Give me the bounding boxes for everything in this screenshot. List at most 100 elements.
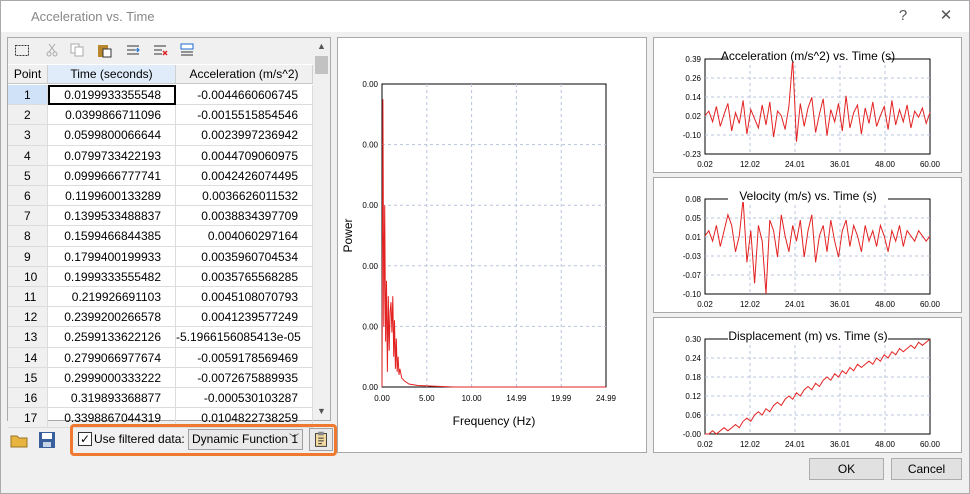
cell-acceleration[interactable]: 0.0042426074495 — [176, 165, 313, 186]
cell-time[interactable]: 0.1199600133289 — [48, 186, 176, 207]
scroll-thumb[interactable] — [315, 56, 328, 74]
cell-acceleration[interactable]: -0.0059178569469 — [176, 347, 313, 368]
y-tick-label: 0.24 — [685, 354, 701, 363]
cell-acceleration[interactable]: -5.1966156085413e-05 — [176, 327, 313, 348]
cancel-button[interactable]: Cancel — [891, 458, 962, 480]
table-row[interactable]: 16 0.319893368877 -0.000530103287 — [8, 388, 313, 409]
help-button[interactable]: ? — [891, 6, 915, 26]
table-row[interactable]: 3 0.0599800066644 0.0023997236942 — [8, 125, 313, 146]
cell-point[interactable]: 15 — [8, 367, 48, 388]
column-header-point[interactable]: Point — [8, 65, 48, 84]
table-row[interactable]: 11 0.219926691103 0.0045108070793 — [8, 287, 313, 308]
cell-time[interactable]: 0.0399866711096 — [48, 105, 176, 126]
filter-function-dropdown[interactable]: Dynamic Function 1 ﹀ — [188, 429, 303, 450]
cell-acceleration[interactable]: -0.0072675889935 — [176, 367, 313, 388]
cell-point[interactable]: 17 — [8, 408, 48, 429]
cell-acceleration[interactable]: -0.0044660606745 — [176, 85, 313, 106]
cell-acceleration[interactable]: 0.0023997236942 — [176, 125, 313, 146]
cell-time[interactable]: 0.219926691103 — [48, 287, 176, 308]
cell-point[interactable]: 14 — [8, 347, 48, 368]
table-row[interactable]: 14 0.2799066977674 -0.0059178569469 — [8, 347, 313, 368]
x-axis-label: Frequency (Hz) — [453, 414, 536, 428]
y-tick-label: 0.02 — [685, 112, 701, 121]
cell-acceleration[interactable]: 0.0035960704534 — [176, 246, 313, 267]
table-row[interactable]: 6 0.1199600133289 0.0036626011532 — [8, 186, 313, 207]
table-row[interactable]: 9 0.1799400199933 0.0035960704534 — [8, 246, 313, 267]
cell-point[interactable]: 11 — [8, 287, 48, 308]
cell-time[interactable]: 0.319893368877 — [48, 388, 176, 409]
cell-acceleration[interactable]: -0.000530103287 — [176, 388, 313, 409]
cell-point[interactable]: 3 — [8, 125, 48, 146]
cell-time[interactable]: 0.0199933355548 — [48, 85, 176, 106]
cell-time[interactable]: 0.1999333555482 — [48, 266, 176, 287]
x-tick-label: 48.00 — [875, 300, 896, 309]
ok-button[interactable]: OK — [809, 458, 884, 480]
cell-acceleration[interactable]: 0.004060297164 — [176, 226, 313, 247]
table-row[interactable]: 13 0.2599133622126 -5.1966156085413e-05 — [8, 327, 313, 348]
cell-point[interactable]: 6 — [8, 186, 48, 207]
table-row[interactable]: 15 0.2999000333222 -0.0072675889935 — [8, 367, 313, 388]
cell-time[interactable]: 0.2799066977674 — [48, 347, 176, 368]
cell-time[interactable]: 0.1399533488837 — [48, 206, 176, 227]
select-all-icon[interactable] — [14, 42, 30, 58]
cell-acceleration[interactable]: 0.0035765568285 — [176, 266, 313, 287]
filter-options-group: ✓ Use filtered data: Dynamic Function 1 … — [70, 424, 337, 456]
cell-point[interactable]: 16 — [8, 388, 48, 409]
copy-icon[interactable] — [69, 42, 85, 58]
cell-point[interactable]: 2 — [8, 105, 48, 126]
use-filtered-data-checkbox[interactable]: ✓ — [78, 432, 92, 446]
paste-icon[interactable] — [96, 42, 112, 58]
table-scrollbar[interactable]: ▲ ▼ — [313, 38, 330, 420]
table-row[interactable]: 10 0.1999333555482 0.0035765568285 — [8, 266, 313, 287]
x-tick-label: 24.01 — [785, 440, 806, 449]
cell-time[interactable]: 0.2999000333222 — [48, 367, 176, 388]
cell-point[interactable]: 10 — [8, 266, 48, 287]
cell-acceleration[interactable]: 0.0041239577249 — [176, 307, 313, 328]
chevron-down-icon: ﹀ — [289, 434, 299, 445]
delete-row-icon[interactable] — [152, 42, 168, 58]
cell-time[interactable]: 0.2599133622126 — [48, 327, 176, 348]
cell-acceleration[interactable]: 0.0036626011532 — [176, 186, 313, 207]
cell-point[interactable]: 8 — [8, 226, 48, 247]
cell-acceleration[interactable]: 0.0045108070793 — [176, 287, 313, 308]
cell-acceleration[interactable]: 0.0044709060975 — [176, 145, 313, 166]
cell-time[interactable]: 0.0799733422193 — [48, 145, 176, 166]
table-row[interactable]: 12 0.2399200266578 0.0041239577249 — [8, 307, 313, 328]
table-row[interactable]: 4 0.0799733422193 0.0044709060975 — [8, 145, 313, 166]
table-row[interactable]: 8 0.1599466844385 0.004060297164 — [8, 226, 313, 247]
insert-row-icon[interactable] — [125, 42, 141, 58]
cut-icon[interactable] — [44, 42, 60, 58]
scroll-down-icon[interactable]: ▼ — [313, 403, 330, 420]
table-row[interactable]: 2 0.0399866711096 -0.0015515854546 — [8, 105, 313, 126]
table-row[interactable]: 7 0.1399533488837 0.0038834397709 — [8, 206, 313, 227]
x-tick-label: 60.00 — [920, 300, 941, 309]
chart-title: Velocity (m/s) vs. Time (s) — [739, 189, 876, 203]
cell-time[interactable]: 0.0999666777741 — [48, 165, 176, 186]
scroll-up-icon[interactable]: ▲ — [313, 38, 330, 55]
cell-point[interactable]: 13 — [8, 327, 48, 348]
clipboard-icon[interactable] — [309, 428, 333, 451]
cell-point[interactable]: 4 — [8, 145, 48, 166]
close-button[interactable]: ✕ — [934, 6, 958, 26]
cell-time[interactable]: 0.1599466844385 — [48, 226, 176, 247]
cell-point[interactable]: 1 — [8, 85, 48, 106]
cell-point[interactable]: 12 — [8, 307, 48, 328]
cell-acceleration[interactable]: -0.0015515854546 — [176, 105, 313, 126]
cell-point[interactable]: 9 — [8, 246, 48, 267]
table-row[interactable]: 5 0.0999666777741 0.0042426074495 — [8, 165, 313, 186]
x-tick-label: 5.00 — [419, 394, 435, 403]
cell-time[interactable]: 0.2399200266578 — [48, 307, 176, 328]
save-icon[interactable] — [38, 431, 56, 449]
column-header-time[interactable]: Time (seconds) — [48, 65, 176, 84]
y-tick-label: 0.08 — [685, 195, 701, 204]
column-header-acceleration[interactable]: Acceleration (m/s^2) — [176, 65, 313, 84]
cell-acceleration[interactable]: 0.0038834397709 — [176, 206, 313, 227]
open-folder-icon[interactable] — [10, 431, 28, 449]
x-tick-label: 12.02 — [740, 160, 761, 169]
append-row-icon[interactable] — [179, 42, 195, 58]
table-row[interactable]: 1 0.0199933355548 -0.0044660606745 — [8, 85, 313, 106]
cell-point[interactable]: 7 — [8, 206, 48, 227]
cell-time[interactable]: 0.0599800066644 — [48, 125, 176, 146]
cell-time[interactable]: 0.1799400199933 — [48, 246, 176, 267]
cell-point[interactable]: 5 — [8, 165, 48, 186]
